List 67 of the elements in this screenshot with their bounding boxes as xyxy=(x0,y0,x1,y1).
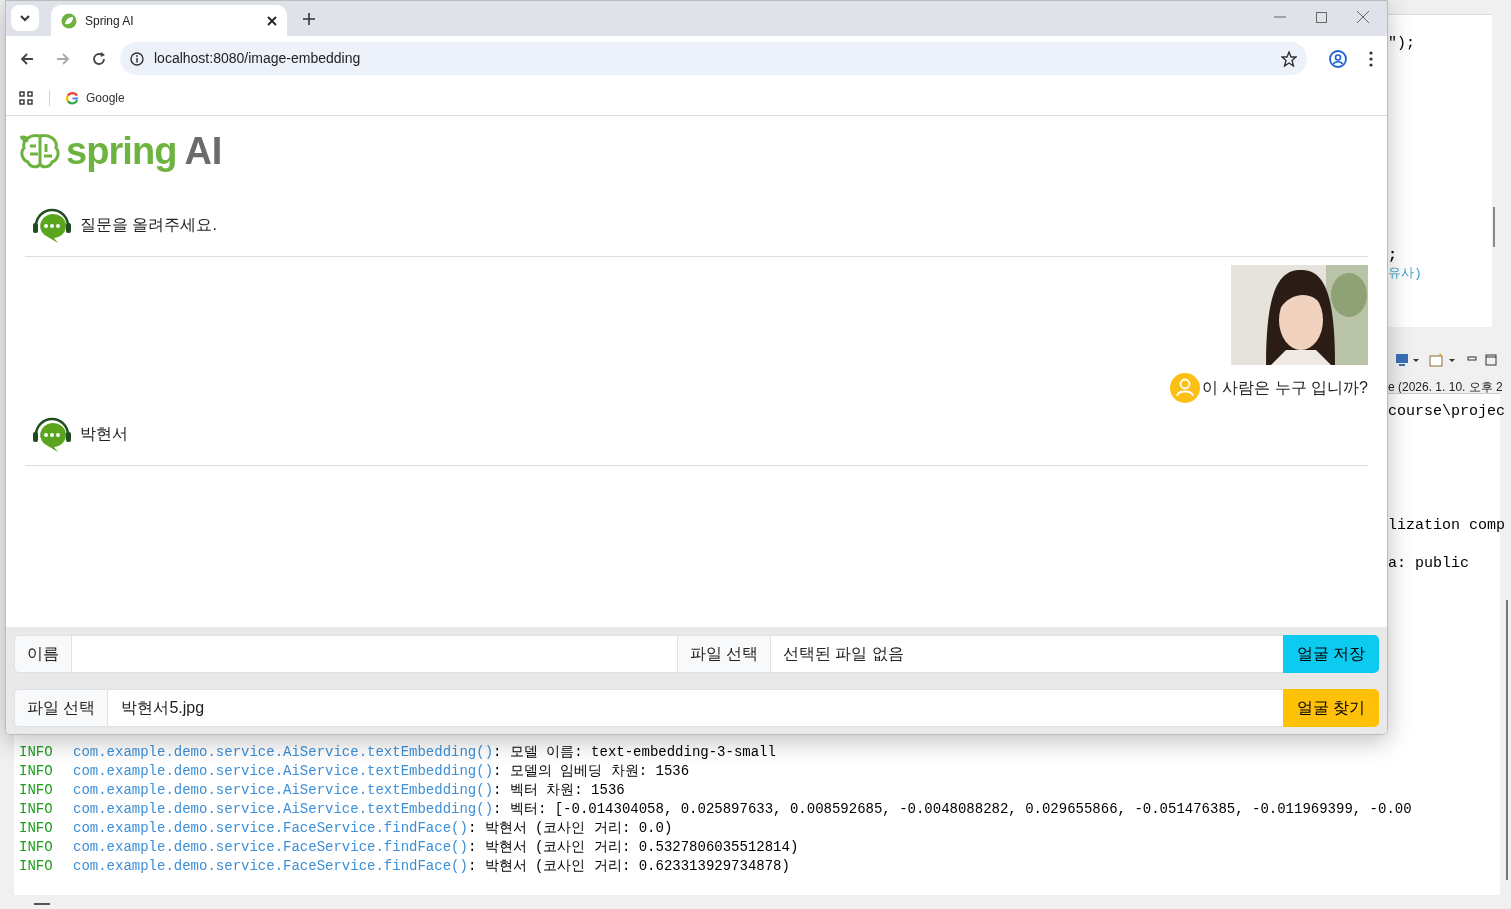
g-logo-icon xyxy=(66,91,79,105)
log-message: : 벡터: [-0.014304058, 0.025897633, 0.008592685, -0.0048088282, 0.029655866, -0.051476385, -0.011969399, -0.00 xyxy=(493,800,1412,819)
log-source: com.example.demo.service.FaceService.findFace() xyxy=(73,838,468,857)
maximize-icon[interactable] xyxy=(1316,11,1327,23)
log-message: : 박현서 (코사인 거리: 0.5327806035512814) xyxy=(467,838,799,857)
bot-message: 박현서 xyxy=(80,424,128,444)
url-text: localhost:8080/image-embedding xyxy=(154,49,362,68)
scrollbar-thumb xyxy=(1493,207,1495,247)
browser-tab[interactable]: Spring AI xyxy=(51,5,287,36)
log-level: INFO xyxy=(19,800,54,819)
user-message: 이 사람은 누구 입니까? xyxy=(1201,378,1368,398)
code-text: "); xyxy=(1388,35,1415,52)
log-source: com.example.demo.service.AiService.textEmbedding() xyxy=(73,781,494,800)
back-arrow-icon[interactable] xyxy=(20,51,34,66)
address-bar[interactable]: localhost:8080/image-embedding xyxy=(120,42,1307,75)
monitor-icon[interactable] xyxy=(1395,353,1421,367)
code-text: ; xyxy=(1388,247,1397,264)
save-face-button[interactable]: 얼굴 저장 xyxy=(1283,635,1379,673)
log-level: INFO xyxy=(19,857,54,876)
console-title: e (2026. 1. 10. 오후 2 xyxy=(1388,380,1503,394)
info-icon[interactable] xyxy=(130,51,144,66)
maximize-icon[interactable] xyxy=(1485,354,1497,366)
file-choose-button[interactable]: 파일 선택 xyxy=(676,635,771,673)
code-comment: 유사) xyxy=(1388,266,1422,281)
chevron-down-icon xyxy=(20,14,30,22)
star-icon[interactable] xyxy=(1281,50,1297,67)
bot-message: 질문을 올려주세요. xyxy=(80,215,217,235)
log-message: : 박현서 (코사인 거리: 0.0) xyxy=(467,819,673,838)
log-message: : 박현서 (코사인 거리: 0.623313929734878) xyxy=(467,857,790,876)
name-input[interactable] xyxy=(72,635,677,673)
log-source: com.example.demo.service.AiService.textEmbedding() xyxy=(73,800,494,819)
profile-icon[interactable] xyxy=(1329,49,1347,68)
log-level: INFO xyxy=(19,743,54,762)
tab-title: Spring AI xyxy=(85,12,135,30)
new-tab-icon[interactable] xyxy=(303,13,315,25)
chat-bot-icon xyxy=(32,206,72,244)
reload-icon[interactable] xyxy=(92,51,106,66)
apps-grid-icon[interactable] xyxy=(19,91,33,105)
name-label: 이름 xyxy=(14,635,72,673)
log-message: : 모델 이름: text-embedding-3-small xyxy=(493,743,776,762)
log-source: com.example.demo.service.AiService.textEmbedding() xyxy=(73,762,494,781)
close-icon[interactable] xyxy=(267,15,277,26)
log-level: INFO xyxy=(19,819,54,838)
file-name: 박현서5.jpg xyxy=(108,689,1283,727)
log-message: : 모델의 임베딩 차원: 1536 xyxy=(493,762,690,781)
more-menu-icon[interactable] xyxy=(1369,50,1373,67)
log-source: com.example.demo.service.FaceService.findFace() xyxy=(73,819,468,838)
logo-wordmark: spring xyxy=(66,132,177,170)
log-level: INFO xyxy=(19,762,54,781)
leaf-icon xyxy=(61,12,77,29)
bookmark-link[interactable]: Google xyxy=(66,89,125,107)
log-level: INFO xyxy=(19,781,54,800)
log-message: : 벡터 차원: 1536 xyxy=(493,781,625,800)
user-avatar-icon xyxy=(1169,373,1200,403)
console-line: lization comp xyxy=(1388,516,1506,536)
log-source: com.example.demo.service.FaceService.findFace() xyxy=(73,857,468,876)
file-status: 선택된 파일 없음 xyxy=(771,635,1283,673)
console-line: a: public xyxy=(1388,554,1470,574)
log-source: com.example.demo.service.AiService.textEmbedding() xyxy=(73,743,494,762)
log-level: INFO xyxy=(19,838,54,857)
tab-list-button[interactable] xyxy=(11,5,39,31)
logo-suffix: AI xyxy=(184,132,223,170)
console-line: course\projec xyxy=(1388,402,1506,422)
chat-bot-icon xyxy=(32,415,72,453)
file-choose-button[interactable]: 파일 선택 xyxy=(14,689,109,727)
find-face-button[interactable]: 얼굴 찾기 xyxy=(1283,689,1379,727)
brain-leaf-icon xyxy=(18,132,62,170)
